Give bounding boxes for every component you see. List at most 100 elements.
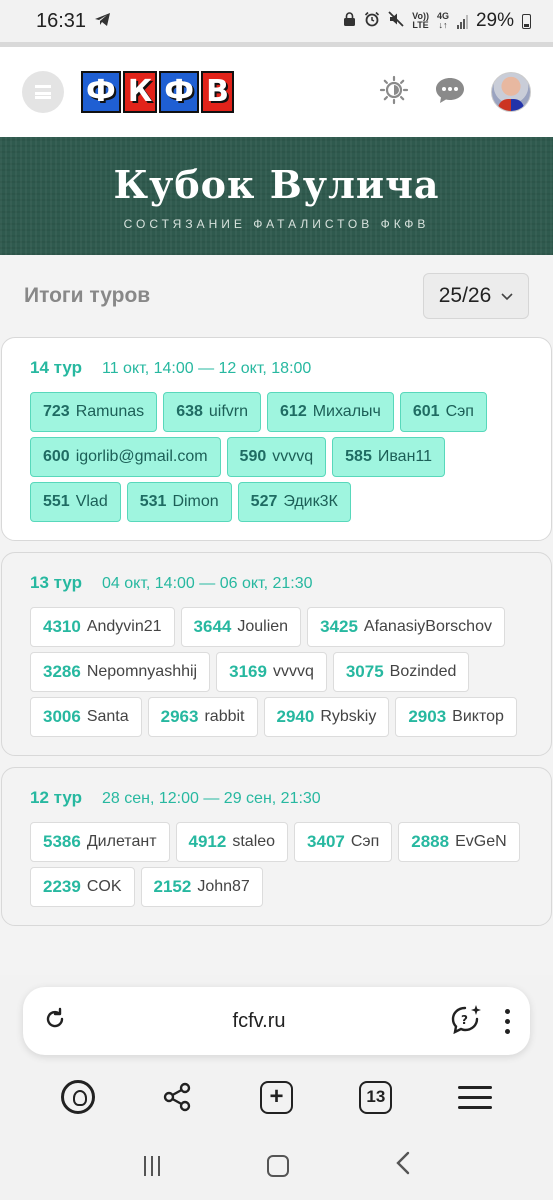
lock-icon (343, 11, 356, 31)
result-chip[interactable]: 2152 John87 (140, 867, 263, 907)
result-points: 3425 (320, 617, 358, 636)
result-points: 2239 (43, 877, 81, 896)
round-title[interactable]: 14 тур (30, 358, 82, 378)
result-points: 2152 (153, 877, 192, 896)
telegram-icon (94, 12, 111, 31)
home-icon[interactable] (266, 1155, 289, 1177)
result-player-name: Andyvin21 (86, 618, 162, 635)
recent-apps-icon[interactable] (143, 1156, 160, 1176)
browser-menu-button[interactable] (457, 1079, 493, 1115)
result-chip[interactable]: 638 uifvrn (163, 392, 262, 432)
result-chip[interactable]: 723 Ramunas (30, 392, 158, 432)
result-chip[interactable]: 5386 Дилетант (30, 822, 170, 862)
result-points: 2963 (160, 707, 199, 726)
result-chip[interactable]: 3006 Santa (30, 697, 142, 737)
result-chip[interactable]: 600 igorlib@gmail.com (30, 437, 221, 477)
network-type: 4G ↓↑ (436, 11, 449, 30)
logo-letter: К (122, 71, 158, 113)
result-points: 4912 (188, 832, 227, 851)
result-chip[interactable]: 527 Эдик3К (237, 482, 351, 522)
result-chip[interactable]: 3169 vvvvq (216, 652, 327, 692)
avatar[interactable] (491, 72, 531, 112)
round-title[interactable]: 12 тур (30, 788, 82, 808)
result-points: 3169 (229, 662, 267, 681)
result-chip[interactable]: 590 vvvvq (226, 437, 327, 477)
result-points: 2940 (276, 707, 315, 726)
result-chip[interactable]: 601 Сэп (399, 392, 487, 432)
result-chip[interactable]: 3407 Сэп (294, 822, 393, 862)
result-chip[interactable]: 551 Vlad (30, 482, 121, 522)
result-chip[interactable]: 3286 Nepomnyashhij (30, 652, 211, 692)
result-player-name: Bozinded (389, 663, 457, 680)
result-chip[interactable]: 4912 staleo (175, 822, 289, 862)
back-icon[interactable] (395, 1151, 410, 1182)
result-chip[interactable]: 3075 Bozinded (332, 652, 470, 692)
result-points: 531 (139, 493, 167, 510)
result-player-name: igorlib@gmail.com (75, 448, 208, 465)
result-player-name: rabbit (204, 708, 245, 725)
system-nav-bar (0, 1141, 553, 1191)
result-chip[interactable]: 2940 Rybskiy (263, 697, 390, 737)
menu-button[interactable] (22, 71, 64, 113)
result-player-name: AfanasiyBorschov (363, 618, 492, 635)
round-header: 14 тур 11 окт, 14:00 — 12 окт, 18:00 (30, 358, 523, 378)
result-player-name: Михалыч (312, 403, 381, 420)
mute-icon (388, 11, 404, 31)
theme-toggle-icon[interactable] (379, 75, 409, 110)
result-chip[interactable]: 531 Dimon (126, 482, 232, 522)
browser-toolbar: + 13 (0, 1075, 553, 1119)
logo-letter: Ф (159, 71, 200, 113)
battery-percent: 29% (475, 10, 514, 31)
result-points: 4310 (43, 617, 81, 636)
results-header: Итоги туров 25/26 (0, 255, 553, 337)
round-dates: 28 сен, 12:00 — 29 сен, 21:30 (102, 790, 321, 807)
address-bar[interactable]: fcfv.ru ? (23, 987, 530, 1055)
result-player-name: Santa (86, 708, 129, 725)
result-points: 590 (239, 448, 267, 465)
banner-title: Кубок Вулича (113, 161, 440, 207)
round-title[interactable]: 13 тур (30, 573, 82, 593)
more-icon[interactable] (505, 1008, 510, 1034)
results-title: Итоги туров (24, 284, 151, 307)
result-player-name: Эдик3К (283, 493, 338, 510)
result-chip[interactable]: 4310 Andyvin21 (30, 607, 175, 647)
reload-icon[interactable] (43, 1007, 67, 1036)
web-page[interactable]: Ф К Ф В Кубок Вулича СОСТЯЗАНИЕ ФАТАЛИСТ… (0, 42, 553, 975)
result-chip[interactable]: 585 Иван11 (332, 437, 446, 477)
url-text[interactable]: fcfv.ru (67, 1010, 451, 1033)
alice-button[interactable] (60, 1079, 96, 1115)
season-value: 25/26 (438, 284, 492, 307)
result-player-name: staleo (232, 833, 276, 850)
results-chips: 5386 Дилетант 4912 staleo 3407 Сэп 2888 EvGeN 22… (30, 822, 523, 907)
result-chip[interactable]: 2239 COK (30, 867, 135, 907)
new-tab-icon: + (259, 1080, 293, 1114)
result-player-name: Ramunas (75, 403, 145, 420)
result-chip[interactable]: 2903 Виктор (395, 697, 517, 737)
result-chip[interactable]: 3425 AfanasiyBorschov (307, 607, 505, 647)
share-icon (163, 1082, 191, 1112)
share-button[interactable] (159, 1079, 195, 1115)
season-select[interactable]: 25/26 (423, 273, 529, 319)
result-chip[interactable]: 3644 Joulien (180, 607, 302, 647)
round-dates: 11 окт, 14:00 — 12 окт, 18:00 (102, 360, 312, 377)
result-player-name: Dimon (172, 493, 219, 510)
result-points: 601 (412, 403, 440, 420)
result-chip[interactable]: 612 Михалыч (267, 392, 394, 432)
result-points: 3286 (43, 662, 81, 681)
ai-chat-icon[interactable]: ? (451, 1004, 483, 1039)
result-player-name: Иван11 (377, 448, 433, 465)
svg-text:?: ? (461, 1013, 468, 1027)
tabs-button[interactable]: 13 (358, 1079, 394, 1115)
result-chip[interactable]: 2963 rabbit (147, 697, 258, 737)
result-points: 723 (43, 403, 70, 420)
chat-icon[interactable] (435, 76, 465, 109)
new-tab-button[interactable]: + (258, 1079, 294, 1115)
result-chip[interactable]: 2888 EvGeN (398, 822, 520, 862)
result-player-name: EvGeN (455, 833, 507, 850)
result-points: 551 (43, 493, 70, 510)
alarm-icon (364, 11, 380, 31)
result-player-name: Vlad (75, 493, 108, 510)
result-points: 3075 (345, 662, 384, 681)
logo-letter: В (201, 71, 234, 113)
site-logo[interactable]: Ф К Ф В (81, 71, 234, 113)
